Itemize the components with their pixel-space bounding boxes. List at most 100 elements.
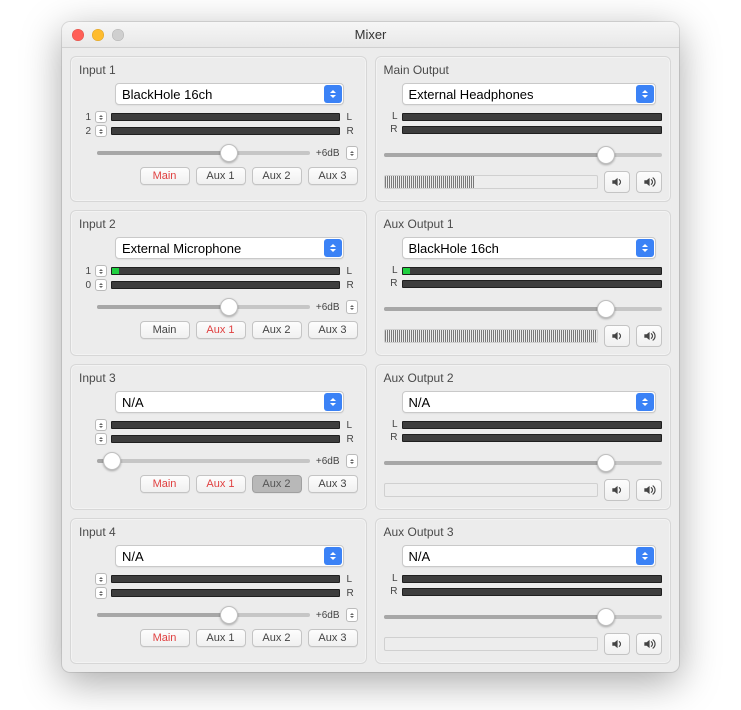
minimize-icon[interactable] <box>92 29 104 41</box>
channel-b-stepper[interactable] <box>95 433 107 445</box>
device-select[interactable]: BlackHole 16ch <box>115 83 344 105</box>
route-aux-1-button[interactable]: Aux 1 <box>196 629 246 647</box>
route-aux-3-button[interactable]: Aux 3 <box>308 629 358 647</box>
volume-slider[interactable] <box>384 455 663 471</box>
select-arrows-icon <box>324 547 342 565</box>
level-meter-r <box>402 434 663 442</box>
device-select[interactable]: N/A <box>402 545 657 567</box>
gain-stepper[interactable] <box>346 608 358 622</box>
gain-slider[interactable] <box>97 607 310 623</box>
level-meter-r <box>402 126 663 134</box>
gain-label: +6dB <box>316 456 340 467</box>
speaker-button[interactable] <box>604 633 630 655</box>
route-main-button[interactable]: Main <box>140 167 190 185</box>
input-panel: Input 1 BlackHole 16ch 1 L 2 R <box>70 56 367 202</box>
select-arrows-icon <box>636 239 654 257</box>
meter-r-label: R <box>344 434 358 445</box>
channel-b-stepper[interactable] <box>95 125 107 137</box>
output-monitor <box>384 175 599 189</box>
meter-r-label: R <box>344 588 358 599</box>
output-monitor <box>384 329 599 343</box>
window-title: Mixer <box>62 27 679 42</box>
device-select[interactable]: External Microphone <box>115 237 344 259</box>
route-aux-2-button[interactable]: Aux 2 <box>252 475 302 493</box>
channel-b-number: 2 <box>79 126 91 137</box>
channel-a-stepper[interactable] <box>95 111 107 123</box>
channel-a-stepper[interactable] <box>95 573 107 585</box>
gain-slider[interactable] <box>97 299 310 315</box>
speaker-button[interactable] <box>604 325 630 347</box>
channel-a-number: 1 <box>79 266 91 277</box>
route-aux-3-button[interactable]: Aux 3 <box>308 475 358 493</box>
speaker-button[interactable] <box>604 171 630 193</box>
select-arrows-icon <box>636 85 654 103</box>
route-main-button[interactable]: Main <box>140 321 190 339</box>
device-select[interactable]: External Headphones <box>402 83 657 105</box>
device-select-label: N/A <box>409 395 431 410</box>
route-aux-1-button[interactable]: Aux 1 <box>196 167 246 185</box>
meter-l-label: L <box>344 112 358 123</box>
route-main-button[interactable]: Main <box>140 475 190 493</box>
device-select[interactable]: BlackHole 16ch <box>402 237 657 259</box>
select-arrows-icon <box>636 393 654 411</box>
channel-a-stepper[interactable] <box>95 265 107 277</box>
level-meter-r <box>402 588 663 596</box>
device-select[interactable]: N/A <box>115 391 344 413</box>
gain-label: +6dB <box>316 148 340 159</box>
speaker-loud-button[interactable] <box>636 171 662 193</box>
speaker-loud-button[interactable] <box>636 325 662 347</box>
panel-title: Aux Output 3 <box>384 525 663 539</box>
channel-b-number: 0 <box>79 280 91 291</box>
route-aux-2-button[interactable]: Aux 2 <box>252 629 302 647</box>
route-aux-1-button[interactable]: Aux 1 <box>196 321 246 339</box>
meter-l-label: L <box>384 573 398 584</box>
volume-slider[interactable] <box>384 609 663 625</box>
level-meter-l <box>402 113 663 121</box>
meter-r-label: R <box>384 124 398 135</box>
speaker-button[interactable] <box>604 479 630 501</box>
volume-slider[interactable] <box>384 147 663 163</box>
select-arrows-icon <box>324 393 342 411</box>
volume-slider[interactable] <box>384 301 663 317</box>
route-aux-1-button[interactable]: Aux 1 <box>196 475 246 493</box>
device-select-label: External Microphone <box>122 241 241 256</box>
route-aux-2-button[interactable]: Aux 2 <box>252 321 302 339</box>
zoom-icon[interactable] <box>112 29 124 41</box>
output-monitor <box>384 483 599 497</box>
select-arrows-icon <box>324 85 342 103</box>
level-meter-r <box>111 281 340 289</box>
meter-r-label: R <box>384 432 398 443</box>
gain-stepper[interactable] <box>346 454 358 468</box>
route-main-button[interactable]: Main <box>140 629 190 647</box>
channel-b-stepper[interactable] <box>95 587 107 599</box>
meter-l-label: L <box>384 419 398 430</box>
device-select[interactable]: N/A <box>402 391 657 413</box>
speaker-loud-button[interactable] <box>636 479 662 501</box>
channel-a-stepper[interactable] <box>95 419 107 431</box>
device-select-label: N/A <box>409 549 431 564</box>
panel-title: Input 3 <box>79 371 358 385</box>
output-panel: Aux Output 3 N/A L R <box>375 518 672 664</box>
panel-title: Input 1 <box>79 63 358 77</box>
route-aux-2-button[interactable]: Aux 2 <box>252 167 302 185</box>
gain-slider[interactable] <box>97 145 310 161</box>
input-panel: Input 4 N/A L R + <box>70 518 367 664</box>
meter-r-label: R <box>384 586 398 597</box>
route-aux-3-button[interactable]: Aux 3 <box>308 167 358 185</box>
device-select[interactable]: N/A <box>115 545 344 567</box>
route-aux-3-button[interactable]: Aux 3 <box>308 321 358 339</box>
speaker-loud-button[interactable] <box>636 633 662 655</box>
panel-title: Input 2 <box>79 217 358 231</box>
level-meter-r <box>111 589 340 597</box>
meter-l-label: L <box>344 574 358 585</box>
gain-stepper[interactable] <box>346 146 358 160</box>
gain-slider[interactable] <box>97 453 310 469</box>
channel-b-stepper[interactable] <box>95 279 107 291</box>
select-arrows-icon <box>636 547 654 565</box>
meter-l-label: L <box>344 266 358 277</box>
close-icon[interactable] <box>72 29 84 41</box>
gain-stepper[interactable] <box>346 300 358 314</box>
level-meter-l <box>402 267 663 275</box>
device-select-label: BlackHole 16ch <box>122 87 212 102</box>
device-select-label: BlackHole 16ch <box>409 241 499 256</box>
